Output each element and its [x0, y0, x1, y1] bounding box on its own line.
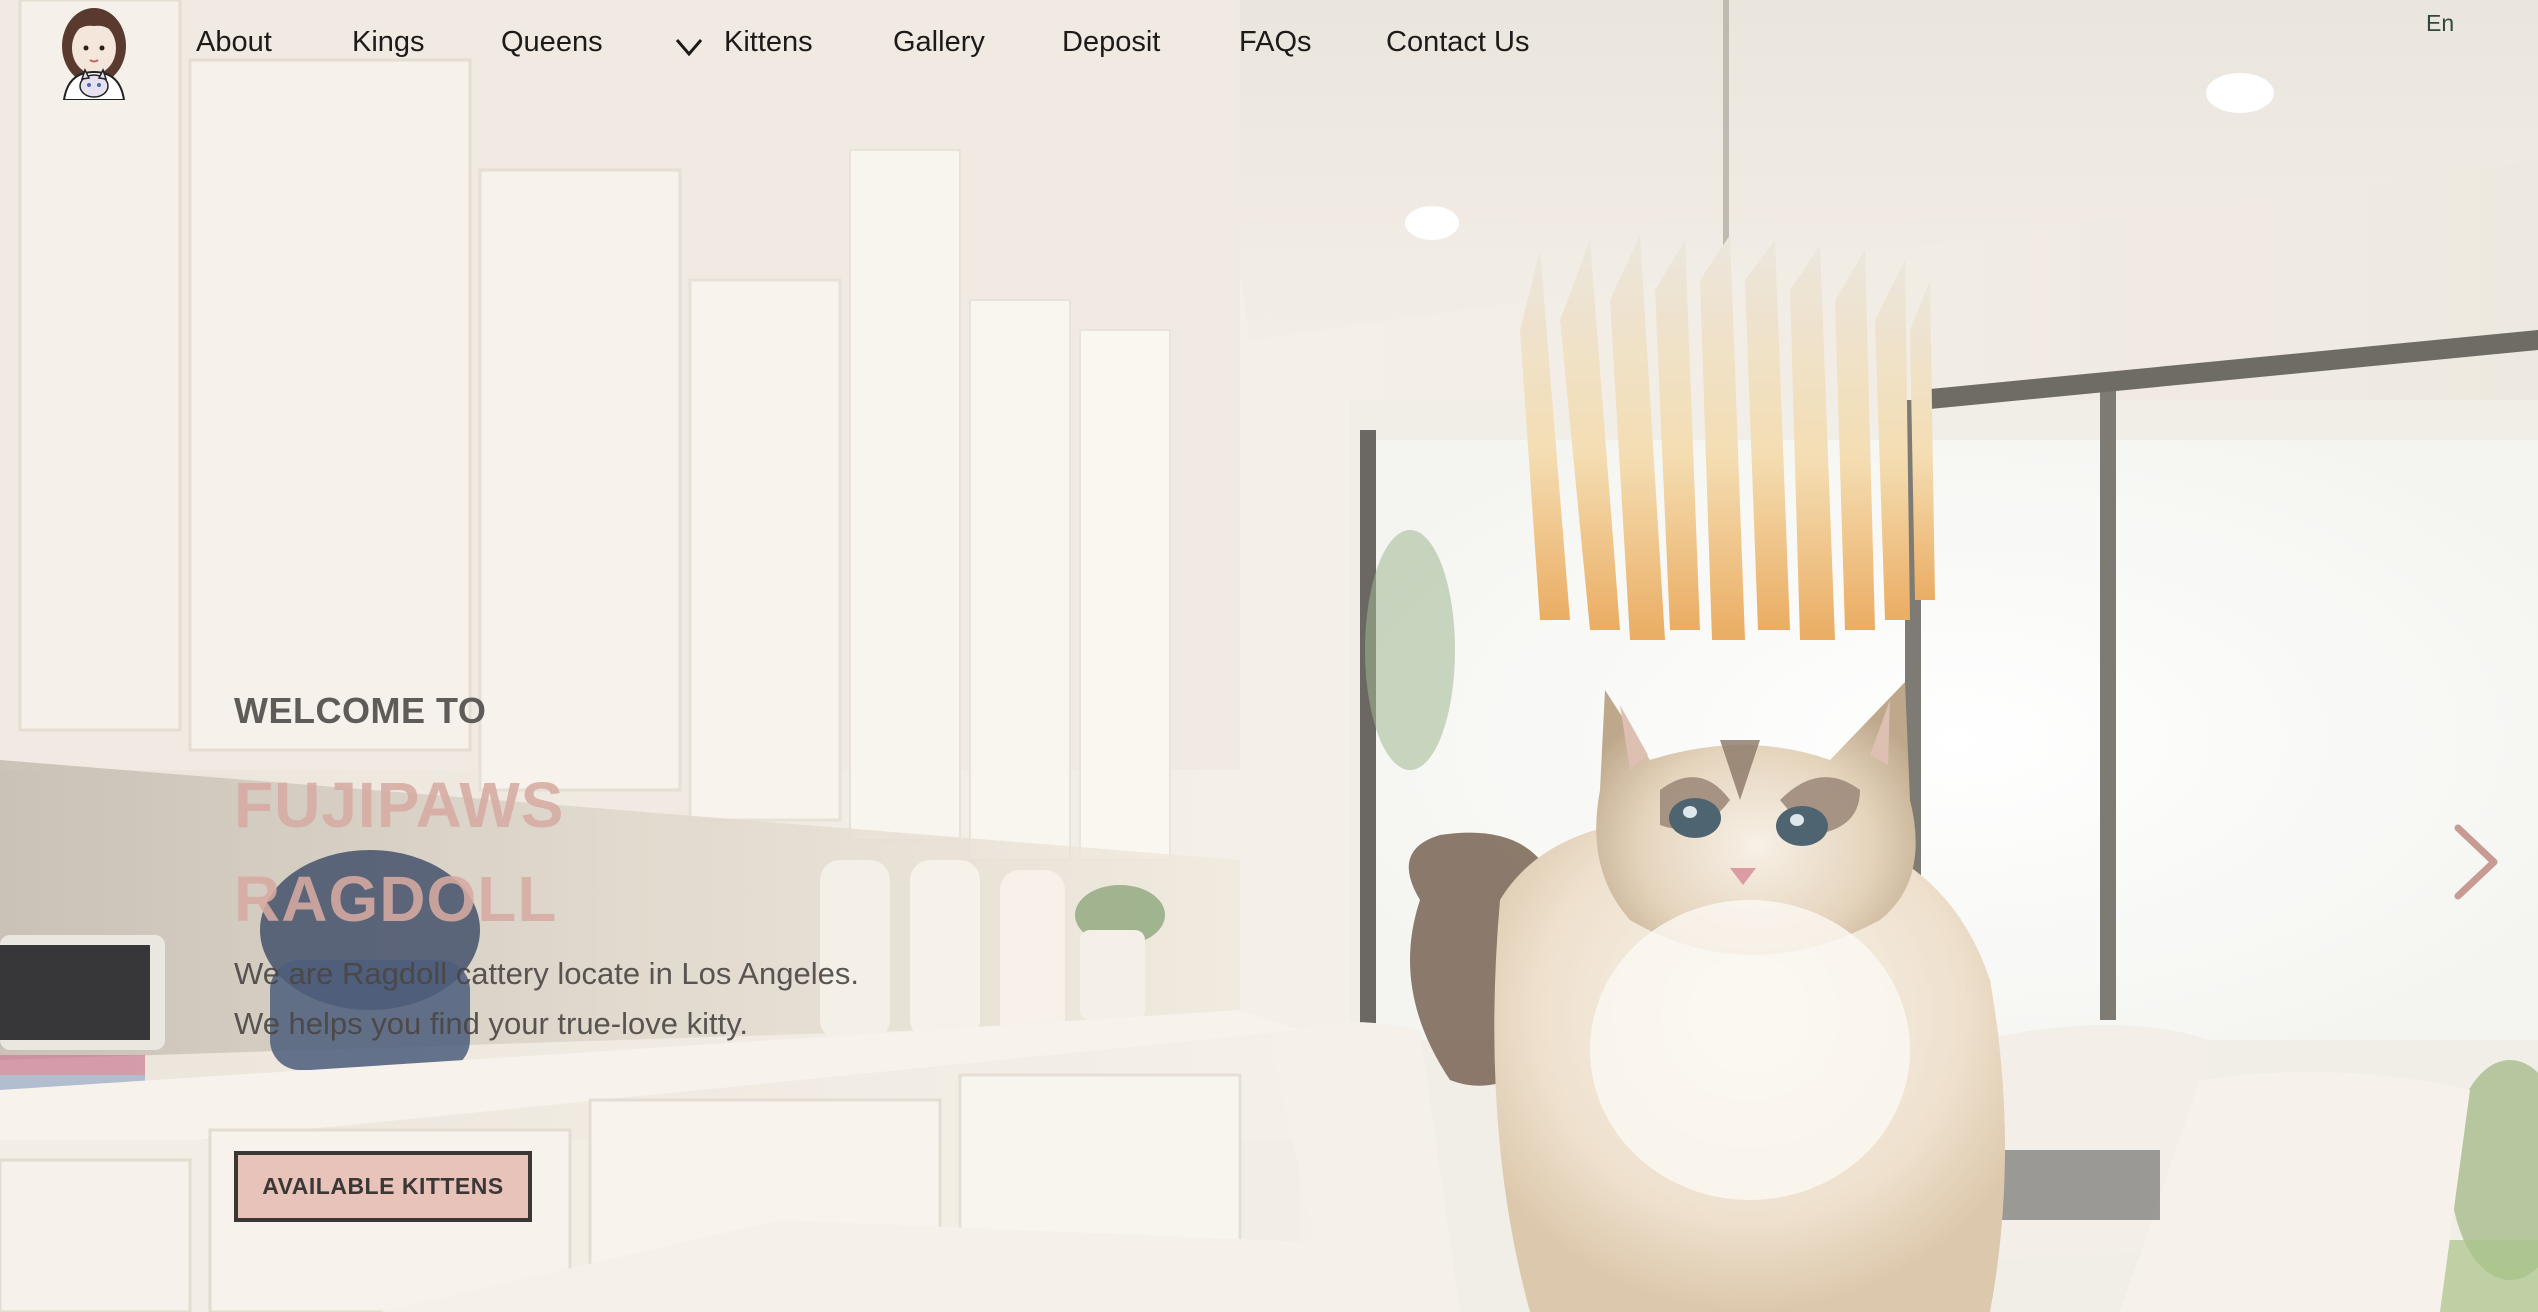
hero-page: About Kings Queens Kittens Gallery Depos… [0, 0, 2538, 1312]
nav-gallery-link[interactable]: Gallery [893, 28, 985, 57]
nav-queens-link[interactable]: Queens [501, 28, 603, 57]
hero-welcome-text: WELCOME TO [234, 690, 487, 731]
main-navigation: About Kings Queens Kittens Gallery Depos… [0, 0, 2538, 100]
nav-kittens-link[interactable]: Kittens [724, 28, 813, 57]
nav-faqs-link[interactable]: FAQs [1239, 28, 1312, 57]
language-selector[interactable]: En [2426, 10, 2454, 37]
nav-kings-link[interactable]: Kings [352, 28, 425, 57]
carousel-next-chevron-right-icon[interactable] [2450, 822, 2502, 902]
nav-deposit-link[interactable]: Deposit [1062, 28, 1160, 57]
hero-brand-line-2: RAGDOLL [234, 863, 558, 935]
hero-brand-line-1: FUJIPAWS [234, 769, 565, 841]
hero-description-line-1: We are Ragdoll cattery locate in Los Ang… [234, 956, 859, 991]
chevron-down-icon[interactable] [674, 36, 704, 58]
hero-background-image [0, 0, 2538, 1312]
logo-avatar-icon[interactable] [58, 6, 130, 100]
hero-description-line-2: We helps you find your true-love kitty. [234, 1006, 749, 1041]
available-kittens-button[interactable]: AVAILABLE KITTENS [234, 1151, 532, 1222]
nav-contact-us-link[interactable]: Contact Us [1386, 28, 1529, 57]
nav-about-link[interactable]: About [196, 28, 272, 57]
